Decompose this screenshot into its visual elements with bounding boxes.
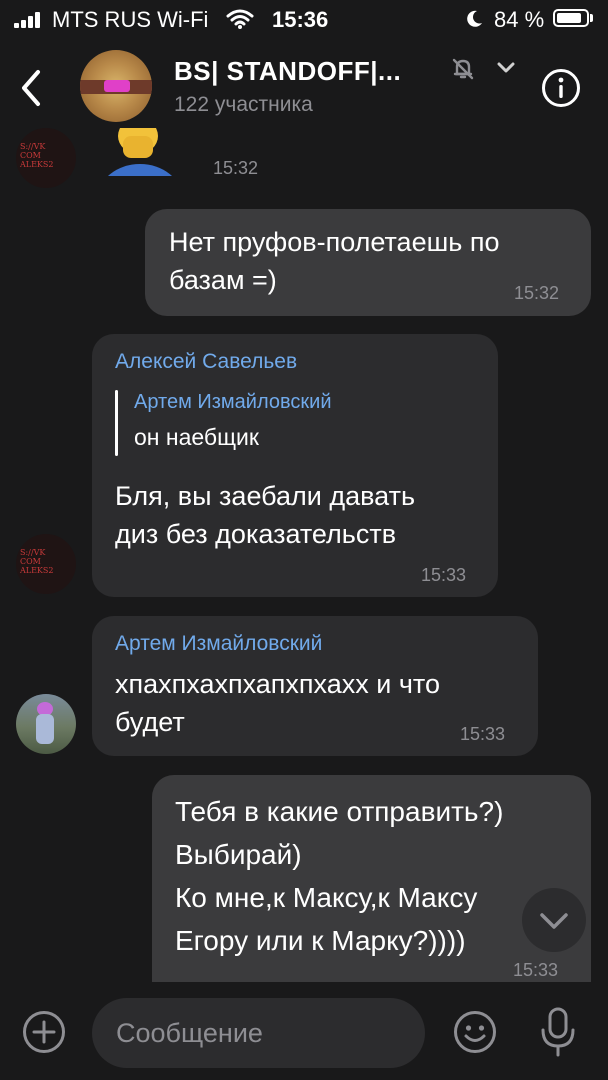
scroll-down-button[interactable] [522,888,586,952]
message-input[interactable] [92,998,425,1068]
attach-button[interactable] [22,1010,66,1054]
message-time: 15:33 [513,960,559,980]
message-input-bar [0,990,608,1080]
message-list-clip: Тебя в какие отправить?) Выбирай) Ко мне… [0,0,608,982]
microphone-button[interactable] [538,1006,578,1058]
emoji-button[interactable] [453,1010,497,1054]
chevron-down-icon [540,913,568,929]
message-text: Тебя в какие отправить?) Выбирай) Ко мне… [175,796,504,956]
